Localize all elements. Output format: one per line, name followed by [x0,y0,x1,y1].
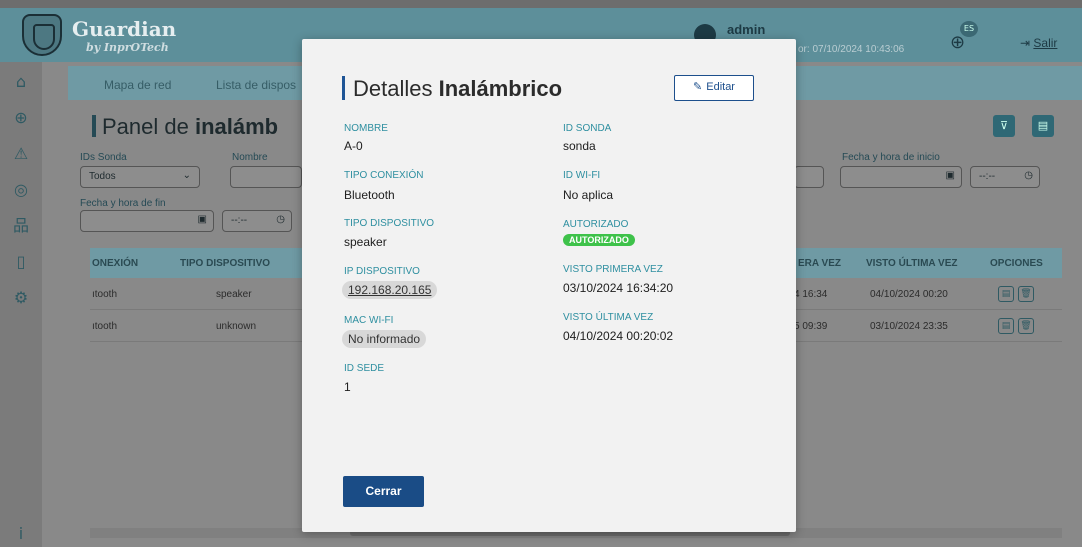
ip-dispositivo-value[interactable]: 192.168.20.165 [342,281,438,299]
visto-primera-label: VISTO PRIMERA VEZ [563,264,663,275]
cell-visto-ultima: 03/10/2024 23:35 [870,321,948,332]
export-button[interactable]: ▤ [1032,115,1054,137]
document-icon[interactable]: ▯ [11,252,31,272]
fecha-inicio-date[interactable]: ▣ [840,166,962,188]
language-badge[interactable]: ES [960,21,978,37]
nombre-label: Nombre [232,152,268,163]
brand-subtitle: by InprOTech [86,41,169,54]
tipo-dispositivo-label: TIPO DISPOSITIVO [344,218,435,229]
col-header-conexion[interactable]: ONEXIÓN [92,258,138,269]
network-icon[interactable]: 品 [11,216,31,236]
details-icon[interactable]: ▤ [998,318,1014,334]
id-sonda-value: sonda [563,139,596,153]
ids-sonda-select[interactable]: Todos ⌄ [80,166,200,188]
nombre-input[interactable] [230,166,302,188]
details-modal: Detalles Inalámbrico ✎ Editar NOMBRE A-0 … [302,39,796,532]
mac-wifi-value: No informado [342,330,427,348]
cell-visto-ultima: 04/10/2024 00:20 [870,289,948,300]
status-badge: AUTORIZADO [563,234,635,246]
clear-filter-button[interactable]: ⊽ [993,115,1015,137]
ids-sonda-label: IDs Sonda [80,152,127,163]
calendar-icon: ▣ [945,170,955,181]
id-sede-label: ID SEDE [344,363,385,374]
user-name[interactable]: admin [727,22,765,37]
cell-visto-primera: 4 16:34 [794,289,828,300]
tipo-conexion-label: TIPO CONEXIÓN [344,170,424,181]
id-wifi-value: No aplica [563,188,614,202]
tipo-dispositivo-value: speaker [344,235,387,249]
close-button[interactable]: Cerrar [343,476,424,507]
cell-conexion: ıtooth [92,289,118,300]
edit-label: Editar [706,81,735,93]
info-icon[interactable]: i [11,524,31,544]
mac-wifi-label: MAC WI-FI [344,315,394,326]
autorizado-label: AUTORIZADO [563,219,629,230]
warning-icon[interactable]: ⚠ [11,144,31,164]
logout-button[interactable]: ⇥ Salir [1020,36,1057,50]
ip-dispositivo-label: IP DISPOSITIVO [344,266,420,277]
chevron-down-icon: ⌄ [182,170,191,181]
logout-icon: ⇥ [1020,36,1034,50]
wireless-icon[interactable]: ◎ [11,180,31,200]
visto-ultima-label: VISTO ÚLTIMA VEZ [563,312,654,323]
calendar-icon: ▣ [197,214,207,225]
globe-nav-icon[interactable]: ⊕ [11,108,31,128]
details-icon[interactable]: ▤ [998,286,1014,302]
tipo-conexion-value: Bluetooth [344,188,395,202]
trash-icon[interactable]: 🗑 [1018,318,1034,334]
id-wifi-label: ID WI-FI [563,170,601,181]
tab-network-map[interactable]: Mapa de red [104,78,171,92]
pencil-icon: ✎ [693,81,703,93]
tab-device-list[interactable]: Lista de dispos [216,78,296,92]
logout-label: Salir [1033,36,1058,50]
modal-title: Detalles Inalámbrico [342,76,562,102]
trash-icon[interactable]: 🗑 [1018,286,1034,302]
fecha-fin-time[interactable]: --:-- ◷ [222,210,292,232]
filter-clear-icon: ⊽ [999,119,1009,132]
filter-input-partial[interactable] [794,166,824,188]
shield-logo-icon [22,14,62,56]
id-sonda-label: ID SONDA [563,123,612,134]
settings-icon[interactable]: ⚙ [11,288,31,308]
id-sede-value: 1 [344,380,351,394]
visto-ultima-value: 04/10/2024 00:20:02 [563,329,674,343]
cell-tipo: unknown [216,321,257,332]
clock-icon: ◷ [276,214,285,225]
col-header-visto-ultima[interactable]: VISTO ÚLTIMA VEZ [866,258,957,269]
nombre-field-value: A-0 [344,139,363,153]
visto-primera-value: 03/10/2024 16:34:20 [563,281,674,295]
fecha-fin-label: Fecha y hora de fin [80,198,166,209]
col-header-tipo-dispositivo[interactable]: TIPO DISPOSITIVO [180,258,270,269]
sidebar: ⌂ ⊕ ⚠ ◎ 品 ▯ ⚙ i [0,62,42,547]
top-strip [0,0,1082,8]
col-header-opciones: OPCIONES [990,258,1043,269]
fecha-fin-date[interactable]: ▣ [80,210,214,232]
last-login-text: or: 07/10/2024 10:43:06 [798,44,905,55]
export-icon: ▤ [1037,119,1049,132]
clock-icon: ◷ [1024,170,1033,181]
fecha-inicio-time[interactable]: --:-- ◷ [970,166,1040,188]
cell-visto-primera: 5 09:39 [794,321,828,332]
fecha-inicio-label: Fecha y hora de inicio [842,152,940,163]
brand-name: Guardian [72,17,177,41]
cell-tipo: speaker [216,289,252,300]
edit-button[interactable]: ✎ Editar [674,75,754,101]
cell-conexion: ıtooth [92,321,118,332]
panel-title: Panel de inalámb [92,114,278,140]
col-header-visto-primera[interactable]: ERA VEZ [798,258,841,269]
nombre-field-label: NOMBRE [344,123,388,134]
home-icon[interactable]: ⌂ [11,72,31,92]
